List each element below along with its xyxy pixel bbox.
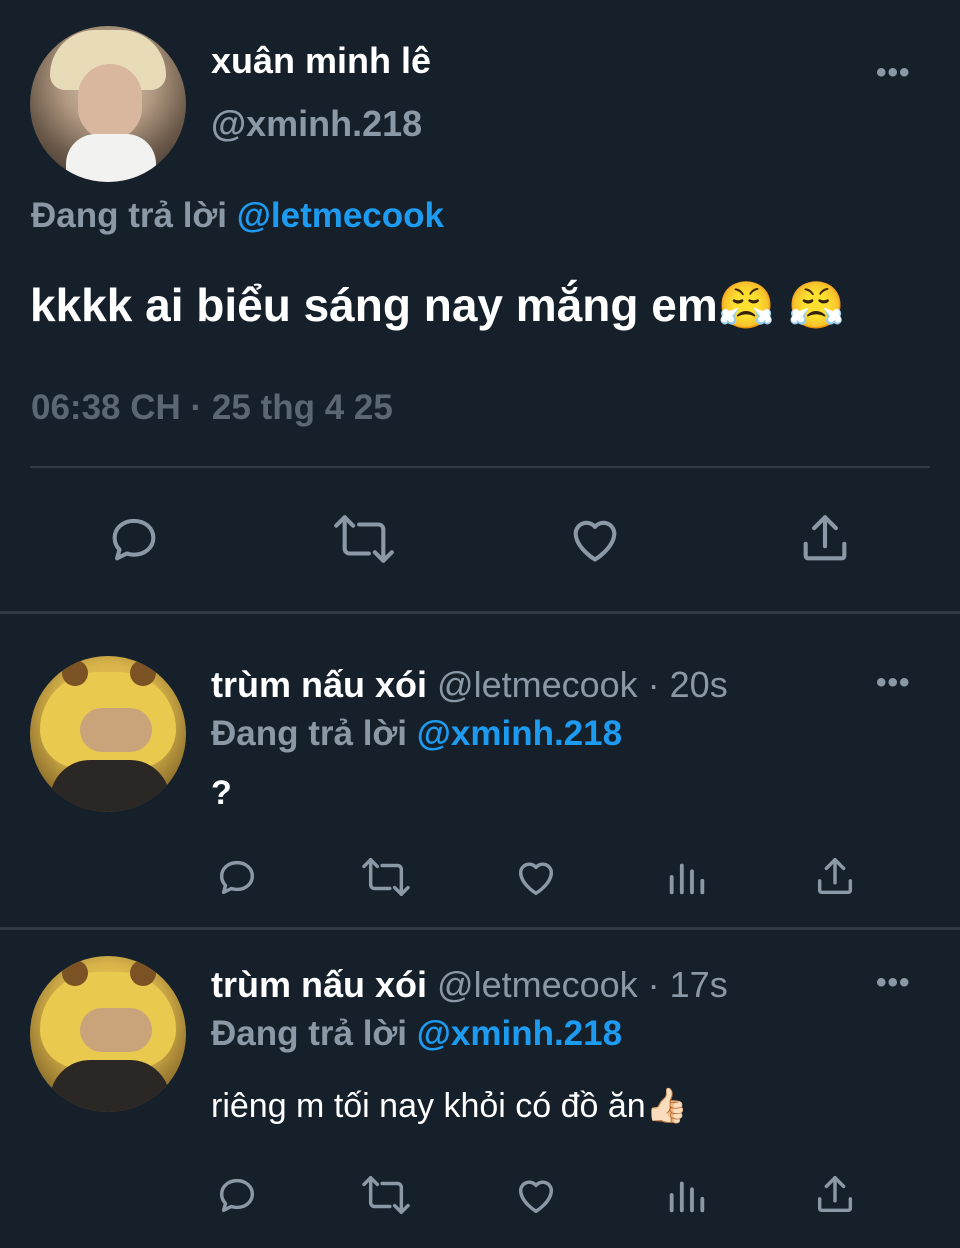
reply-text: riêng m tối nay khỏi có đồ ăn👍🏻 bbox=[211, 1087, 689, 1125]
reply-text: ? bbox=[211, 774, 232, 812]
author-handle-time[interactable]: @letmecook · 20s bbox=[427, 664, 728, 705]
avatar-ear bbox=[62, 960, 88, 986]
replying-to-mention[interactable]: @xminh.218 bbox=[417, 1014, 622, 1053]
reply-icon[interactable] bbox=[105, 510, 163, 568]
more-options-icon[interactable]: ••• bbox=[876, 966, 911, 1000]
replying-to-mention[interactable]: @letmecook bbox=[237, 196, 444, 235]
replying-to-line: Đang trả lời @xminh.218 bbox=[211, 1014, 622, 1054]
author-handle[interactable]: @xminh.218 bbox=[211, 103, 422, 145]
share-icon[interactable] bbox=[812, 1172, 858, 1218]
avatar-snout bbox=[80, 708, 152, 752]
avatar[interactable] bbox=[30, 26, 186, 182]
reply-tweet[interactable]: trùm nấu xói @letmecook · 17s ••• Đang t… bbox=[0, 930, 960, 1248]
avatar-face bbox=[78, 64, 142, 140]
divider bbox=[30, 466, 930, 468]
reply-icon[interactable] bbox=[214, 854, 260, 900]
avatar-ear bbox=[62, 660, 88, 686]
avatar[interactable] bbox=[30, 956, 186, 1112]
avatar-hair bbox=[50, 760, 170, 812]
avatar-ear bbox=[130, 960, 156, 986]
author-handle-time[interactable]: @letmecook · 17s bbox=[427, 964, 728, 1005]
avatar-shirt bbox=[66, 134, 156, 182]
more-options-icon[interactable]: ••• bbox=[876, 56, 911, 90]
reply-actions bbox=[0, 854, 960, 904]
author-name[interactable]: trùm nấu xói bbox=[211, 664, 427, 705]
replying-to-line: Đang trả lời @letmecook bbox=[31, 196, 444, 236]
avatar-hair bbox=[50, 1060, 170, 1112]
reply-actions bbox=[0, 1172, 960, 1222]
tweet-text: kkkk ai biểu sáng nay mắng em😤 😤 bbox=[30, 279, 846, 331]
avatar[interactable] bbox=[30, 656, 186, 812]
author-name[interactable]: xuân minh lê bbox=[211, 40, 431, 82]
reply-tweet[interactable]: trùm nấu xói @letmecook · 20s ••• Đang t… bbox=[0, 614, 960, 927]
author-name[interactable]: trùm nấu xói bbox=[211, 964, 427, 1005]
share-icon[interactable] bbox=[812, 854, 858, 900]
reply-header: trùm nấu xói @letmecook · 17s bbox=[211, 964, 728, 1006]
replying-to-line: Đang trả lời @xminh.218 bbox=[211, 714, 622, 754]
retweet-icon[interactable] bbox=[358, 854, 414, 900]
tweet-timestamp[interactable]: 06:38 CH · 25 thg 4 25 bbox=[31, 388, 393, 428]
replying-to-label: Đang trả lời bbox=[31, 196, 237, 235]
main-tweet: xuân minh lê @xminh.218 ••• Đang trả lời… bbox=[0, 0, 960, 612]
more-options-icon[interactable]: ••• bbox=[876, 666, 911, 700]
retweet-icon[interactable] bbox=[330, 510, 398, 568]
tweet-actions bbox=[0, 506, 960, 572]
replying-to-label: Đang trả lời bbox=[211, 1014, 417, 1053]
reply-icon[interactable] bbox=[214, 1172, 260, 1218]
like-icon[interactable] bbox=[512, 854, 560, 900]
views-icon[interactable] bbox=[664, 854, 710, 900]
like-icon[interactable] bbox=[565, 510, 625, 568]
retweet-icon[interactable] bbox=[358, 1172, 414, 1218]
share-icon[interactable] bbox=[796, 510, 854, 568]
replying-to-mention[interactable]: @xminh.218 bbox=[417, 714, 622, 753]
views-icon[interactable] bbox=[664, 1172, 710, 1218]
replying-to-label: Đang trả lời bbox=[211, 714, 417, 753]
like-icon[interactable] bbox=[512, 1172, 560, 1218]
avatar-ear bbox=[130, 660, 156, 686]
avatar-snout bbox=[80, 1008, 152, 1052]
reply-header: trùm nấu xói @letmecook · 20s bbox=[211, 664, 728, 706]
